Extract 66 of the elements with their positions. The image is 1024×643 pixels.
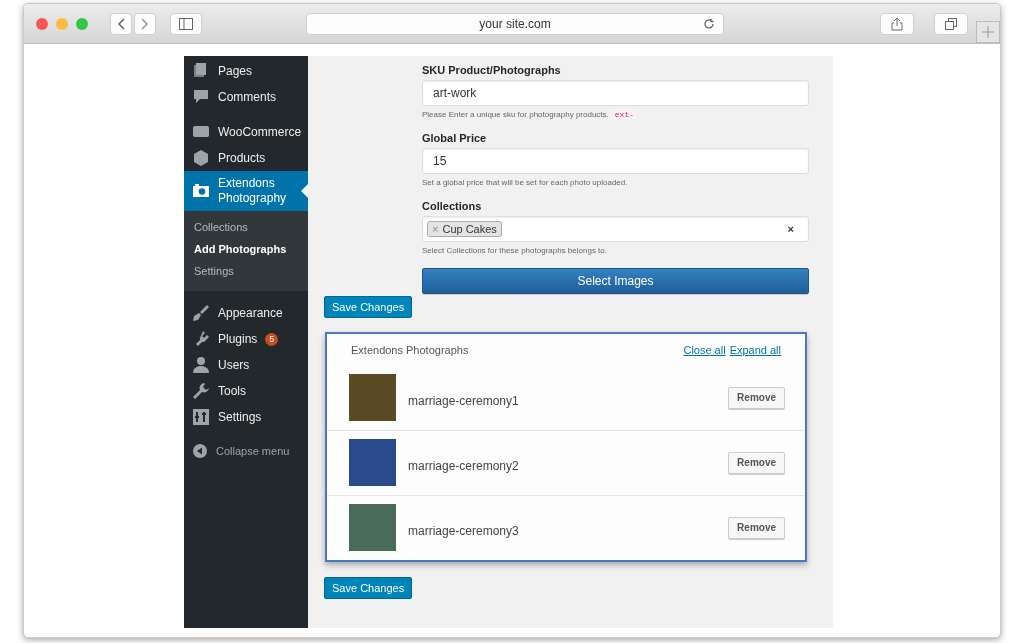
panel-title: Extendons Photographs	[351, 344, 469, 356]
field-label: SKU Product/Photographs	[422, 64, 562, 76]
zoom-window-button[interactable]	[76, 17, 88, 30]
back-icon	[117, 17, 125, 30]
plus-icon	[982, 26, 994, 38]
menu-item[interactable]: Extendons Photography	[184, 171, 308, 211]
remove-button[interactable]: Remove	[728, 451, 785, 474]
menu-item[interactable]: Comments	[184, 84, 308, 110]
menu-item[interactable]: Plugins 5	[184, 326, 308, 352]
photo-name: marriage-ceremony1	[408, 392, 520, 408]
box-icon	[192, 149, 210, 167]
sidebar-toggle-button[interactable]	[170, 12, 202, 35]
remove-button[interactable]: Remove	[728, 516, 785, 539]
save-button[interactable]: Save Changes	[324, 577, 413, 599]
input-field[interactable]: art-work	[422, 80, 809, 106]
field-label: Collections	[422, 200, 483, 212]
select-images-button[interactable]: Select Images	[422, 268, 809, 294]
menu-item[interactable]: Users	[184, 352, 308, 378]
share-icon	[891, 16, 903, 31]
speech-bubble-icon	[192, 88, 210, 106]
new-tab-button[interactable]	[976, 21, 1000, 43]
collections-select[interactable]: × Cup Cakes ×	[422, 216, 809, 242]
brush-icon	[192, 304, 210, 322]
photo-name: marriage-ceremony2	[408, 457, 520, 473]
close-window-button[interactable]	[36, 17, 48, 30]
photo-placeholder	[349, 374, 396, 421]
submenu-item[interactable]: Collections	[184, 217, 308, 239]
back-button[interactable]	[110, 12, 132, 35]
reload-icon[interactable]	[703, 17, 715, 30]
photo-placeholder	[349, 504, 396, 551]
menu-item[interactable]: WooCommerce	[184, 119, 308, 145]
submenu-item[interactable]: Add Photographs	[184, 239, 308, 261]
menu-item[interactable]: Settings	[184, 404, 308, 430]
sliders-icon	[192, 408, 210, 426]
menu-item[interactable]: Tools	[184, 378, 308, 404]
address-bar[interactable]: your site.com	[306, 12, 724, 35]
help-text: Select Collections for these photographs belongs to.	[422, 246, 608, 255]
save-button[interactable]: Save Changes	[324, 296, 413, 318]
photo-placeholder	[349, 439, 396, 486]
minimize-window-button[interactable]	[56, 17, 68, 30]
share-button[interactable]	[880, 12, 914, 35]
toggle-link[interactable]: Close all	[683, 344, 726, 356]
forward-button[interactable]	[134, 12, 156, 35]
input-field[interactable]: 15	[422, 148, 809, 174]
menu-item[interactable]: Pages	[184, 58, 308, 84]
tabs-button[interactable]	[934, 12, 968, 35]
menu-item[interactable]: Products	[184, 145, 308, 171]
collapse-menu-button[interactable]: Collapse menu	[184, 439, 308, 463]
submenu-item[interactable]: Settings	[184, 261, 308, 283]
help-text: Set a global price that will be set for each photo uploaded.	[422, 178, 629, 187]
sidebar-icon	[179, 17, 193, 30]
tabs-icon	[945, 17, 957, 30]
camera-icon	[192, 182, 210, 200]
toggle-link[interactable]: Expand all	[729, 344, 781, 356]
count-badge: 5	[265, 332, 279, 346]
photo-name: marriage-ceremony3	[408, 522, 520, 538]
remove-button[interactable]: Remove	[728, 386, 785, 409]
clear-button[interactable]: ×	[787, 223, 794, 235]
help-text: Please Enter a unique sku for photography products. ext-	[422, 110, 637, 119]
collapse-icon	[192, 443, 208, 459]
tag-chip[interactable]: × Cup Cakes	[427, 221, 502, 237]
wrench-icon	[192, 382, 210, 400]
field-label: Global Price	[422, 132, 488, 144]
user-icon	[192, 356, 210, 374]
menu-item[interactable]: Appearance	[184, 300, 308, 326]
forward-icon	[141, 17, 149, 30]
